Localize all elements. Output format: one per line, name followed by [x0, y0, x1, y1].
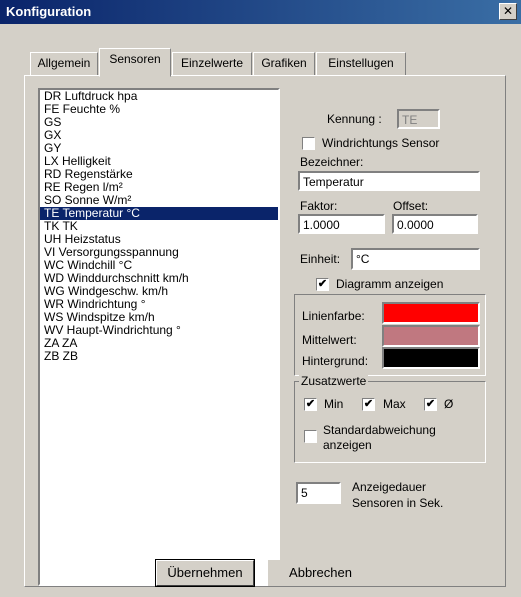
kennung-field: TE: [397, 109, 440, 129]
min-label: Min: [324, 397, 344, 411]
faktor-label: Faktor:: [300, 199, 338, 213]
std-checkbox[interactable]: [304, 430, 317, 443]
hintergrund-swatch[interactable]: [382, 347, 480, 369]
bezeichner-field[interactable]: Temperatur: [298, 171, 480, 191]
close-button[interactable]: ✕: [499, 3, 517, 20]
anzeigedauer-field[interactable]: 5: [296, 482, 341, 504]
tab-grafiken[interactable]: Grafiken: [253, 52, 315, 76]
zusatzwerte-legend: Zusatzwerte: [299, 374, 369, 388]
anzeigedauer-label-line2: Sensoren in Sek.: [352, 496, 444, 510]
close-icon: ✕: [502, 4, 514, 18]
windrichtung-checkbox[interactable]: [302, 137, 315, 150]
offset-field[interactable]: 0.0000: [392, 214, 478, 234]
einheit-field[interactable]: °C: [351, 248, 480, 270]
bezeichner-label: Bezeichner:: [300, 155, 364, 169]
tab-allgemein[interactable]: Allgemein: [30, 52, 98, 76]
hintergrund-label: Hintergrund:: [302, 354, 369, 368]
kennung-label: Kennung :: [327, 112, 382, 126]
tab-label: Grafiken: [261, 56, 307, 70]
apply-button[interactable]: Übernehmen: [155, 559, 255, 587]
tab-label: Einzelwerte: [180, 56, 244, 70]
max-checkbox[interactable]: ✔: [362, 398, 375, 411]
diagramm-label: Diagramm anzeigen: [336, 277, 444, 291]
mittelwert-swatch[interactable]: [382, 325, 480, 347]
mittelwert-label: Mittelwert:: [302, 333, 357, 347]
max-label: Max: [383, 397, 406, 411]
tab-einzelwerte[interactable]: Einzelwerte: [172, 52, 252, 76]
window-title: Konfiguration: [6, 4, 92, 19]
faktor-field[interactable]: 1.0000: [298, 214, 385, 234]
linienfarbe-label: Linienfarbe:: [302, 309, 365, 323]
anzeigedauer-label-line1: Anzeigedauer: [352, 480, 427, 494]
list-item[interactable]: ZB ZB: [40, 350, 278, 363]
linienfarbe-swatch[interactable]: [382, 302, 480, 324]
avg-checkbox[interactable]: ✔: [424, 398, 437, 411]
tab-label: Sensoren: [109, 52, 161, 66]
list-item[interactable]: GX: [40, 129, 278, 142]
list-item[interactable]: GS: [40, 116, 278, 129]
check-icon: ✔: [363, 398, 374, 410]
check-icon: ✔: [305, 398, 316, 410]
list-item[interactable]: FE Feuchte %: [40, 103, 278, 116]
check-icon: ✔: [425, 398, 436, 410]
std-label-line2: anzeigen: [323, 438, 372, 452]
check-icon: ✔: [317, 278, 328, 290]
std-label-line1: Standardabweichung: [323, 423, 436, 437]
tab-label: Allgemein: [37, 56, 91, 70]
cancel-button[interactable]: Abbrechen: [268, 560, 373, 586]
windrichtung-label: Windrichtungs Sensor: [322, 136, 440, 150]
offset-label: Offset:: [393, 199, 429, 213]
min-checkbox[interactable]: ✔: [304, 398, 317, 411]
tab-sensoren[interactable]: Sensoren: [99, 48, 171, 77]
einheit-label: Einheit:: [300, 252, 341, 266]
avg-label: Ø: [444, 397, 454, 411]
diagramm-checkbox[interactable]: ✔: [316, 278, 329, 291]
sensor-list[interactable]: DR Luftdruck hpa FE Feuchte % GS GX GY LX Hel…: [38, 88, 280, 586]
tab-label: Einstellugen: [328, 56, 394, 70]
tab-einstellugen[interactable]: Einstellugen: [316, 52, 406, 76]
